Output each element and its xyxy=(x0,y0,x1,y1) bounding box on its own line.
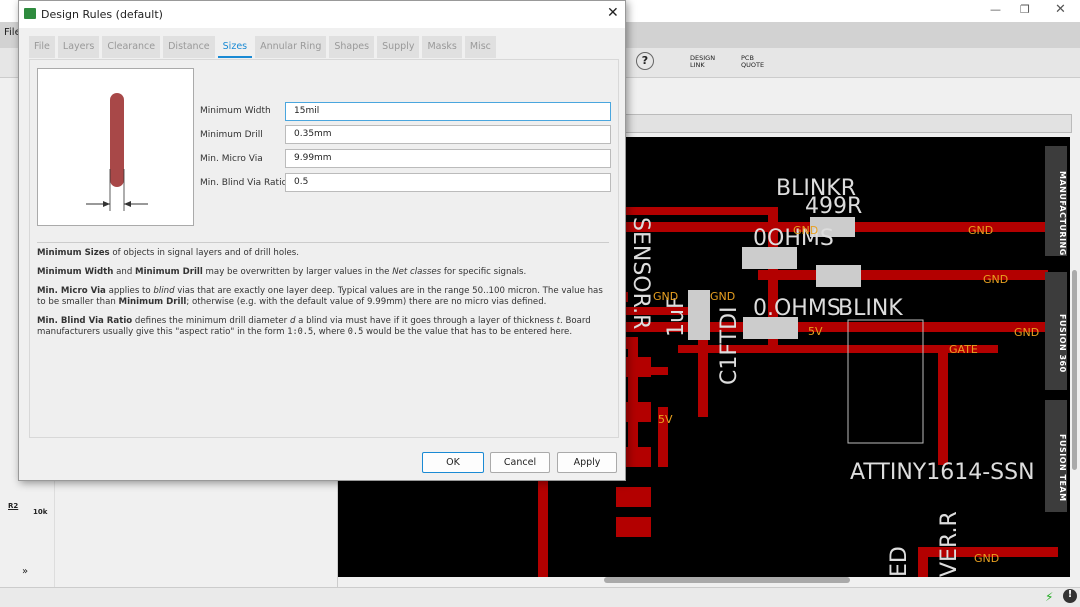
min-blind-via-ratio-input[interactable]: 0.5 xyxy=(285,173,611,192)
net-gnd: GND xyxy=(793,224,818,237)
net-gnd: GND xyxy=(710,290,735,303)
pcb-label-c1ftdi: C1FTDI xyxy=(717,307,742,386)
help-button[interactable]: ? xyxy=(636,52,654,70)
cancel-button[interactable]: Cancel xyxy=(490,452,550,473)
help-term: Minimum Drill xyxy=(118,297,187,307)
tab-bar: File Layers Clearance Distance Sizes Ann… xyxy=(29,36,496,58)
dialog-close-button[interactable]: ✕ xyxy=(607,5,619,21)
help-term: Minimum Sizes xyxy=(37,248,110,258)
side-tab-fusion-360[interactable]: FUSION 360 xyxy=(1045,272,1067,390)
help-text-span: defines the minimum drill diameter xyxy=(132,316,290,326)
alert-icon[interactable]: ! xyxy=(1063,589,1077,603)
net-gnd: GND xyxy=(983,273,1008,286)
tab-sizes[interactable]: Sizes xyxy=(217,36,253,58)
design-link-button[interactable]: DESIGN LINK xyxy=(680,55,720,69)
apply-button[interactable]: Apply xyxy=(557,452,617,473)
help-code: 1:0.5 xyxy=(287,327,314,337)
r2-value[interactable]: 10k xyxy=(33,508,47,516)
pcb-label-sensor: SENSOR.R xyxy=(628,217,653,329)
help-text-span: , where xyxy=(313,327,348,337)
help-text-span: for specific signals. xyxy=(441,267,527,277)
horizontal-scrollbar[interactable] xyxy=(604,577,850,583)
pcb-quote-button[interactable]: PCB QUOTE xyxy=(731,55,771,69)
net-5v: 5V xyxy=(658,413,673,426)
min-micro-via-label: Min. Micro Via xyxy=(200,154,263,164)
tab-clearance[interactable]: Clearance xyxy=(102,36,161,58)
tab-supply[interactable]: Supply xyxy=(377,36,420,58)
lightning-icon[interactable]: ⚡ xyxy=(1045,590,1053,604)
help-term: Minimum Drill xyxy=(135,267,203,277)
maximize-icon[interactable]: ❐ xyxy=(1020,3,1030,16)
minimum-drill-label: Minimum Drill xyxy=(200,130,263,140)
pcb-label-attiny: ATTINY1614-SSN xyxy=(850,460,1035,485)
side-tab-manufacturing[interactable]: MANUFACTURING xyxy=(1045,146,1067,256)
help-text-span: may be overwritten by larger values in t… xyxy=(202,267,393,277)
minimum-width-input[interactable]: 15mil xyxy=(285,102,611,121)
side-tab-fusion-team[interactable]: FUSION TEAM xyxy=(1045,400,1067,512)
net-gate: GATE xyxy=(949,343,978,356)
sizes-panel: Minimum Width 15mil Minimum Drill 0.35mm… xyxy=(29,59,619,438)
min-micro-via-input[interactable]: 9.99mm xyxy=(285,149,611,168)
minimum-drill-input[interactable]: 0.35mm xyxy=(285,125,611,144)
help-term: Minimum Width xyxy=(37,267,114,277)
dialog-title: Design Rules (default) xyxy=(41,8,163,21)
tab-distance[interactable]: Distance xyxy=(163,36,215,58)
tab-masks[interactable]: Masks xyxy=(422,36,462,58)
r2-name[interactable]: R2 xyxy=(8,502,18,510)
minimum-width-label: Minimum Width xyxy=(200,106,271,116)
help-text-span: and xyxy=(113,267,136,277)
min-blind-via-ratio-label: Min. Blind Via Ratio xyxy=(200,178,288,188)
vertical-scrollbar[interactable] xyxy=(1072,270,1077,470)
net-5v: 5V xyxy=(808,325,823,338)
pcb-label-blink: BLINK xyxy=(838,296,903,321)
ok-button[interactable]: OK xyxy=(422,452,484,473)
status-bar: ⚡ ! xyxy=(0,587,1080,607)
help-text-span: applies to xyxy=(105,286,154,296)
expand-icon[interactable]: » xyxy=(22,566,28,577)
tab-file[interactable]: File xyxy=(29,36,55,58)
design-rules-dialog: Design Rules (default) ✕ File Layers Cle… xyxy=(18,0,626,481)
pcb-label-499r: 499R xyxy=(805,194,862,219)
pcb-label-ver-r: VER.R xyxy=(937,511,962,577)
net-gnd: GND xyxy=(968,224,993,237)
help-emphasis: blind xyxy=(153,286,175,296)
app-icon xyxy=(24,8,36,19)
help-term: Min. Blind Via Ratio xyxy=(37,316,133,326)
net-gnd: GND xyxy=(1014,326,1039,339)
size-preview-image xyxy=(37,68,194,226)
pcb-label-ed: ED xyxy=(887,546,912,577)
help-text: Minimum Sizes of objects in signal layer… xyxy=(37,242,609,346)
help-term: Min. Micro Via xyxy=(37,286,106,296)
window-close-icon[interactable]: ✕ xyxy=(1055,2,1066,17)
left-panel xyxy=(55,480,338,587)
help-code: 0.5 xyxy=(347,327,364,337)
tab-shapes[interactable]: Shapes xyxy=(329,36,375,58)
help-emphasis: Net classes xyxy=(392,267,442,277)
preview-trace xyxy=(110,93,124,187)
tab-annular-ring[interactable]: Annular Ring xyxy=(255,36,327,58)
tab-misc[interactable]: Misc xyxy=(464,36,496,58)
minimize-icon[interactable]: — xyxy=(990,3,1001,16)
net-gnd: GND xyxy=(653,290,678,303)
help-text-span: a blind via must have if it goes through… xyxy=(295,316,557,326)
help-text-span: ; otherwise (e.g. with the default value… xyxy=(186,297,547,307)
net-gnd: GND xyxy=(974,552,999,565)
tab-layers[interactable]: Layers xyxy=(57,36,100,58)
dialog-title-bar: Design Rules (default) ✕ xyxy=(19,1,625,28)
help-text-span: would be the value that has to be entere… xyxy=(363,327,573,337)
help-text-span: of objects in signal layers and of drill… xyxy=(109,248,299,258)
pcb-label-0-ohms: 0.OHMS xyxy=(753,296,841,321)
